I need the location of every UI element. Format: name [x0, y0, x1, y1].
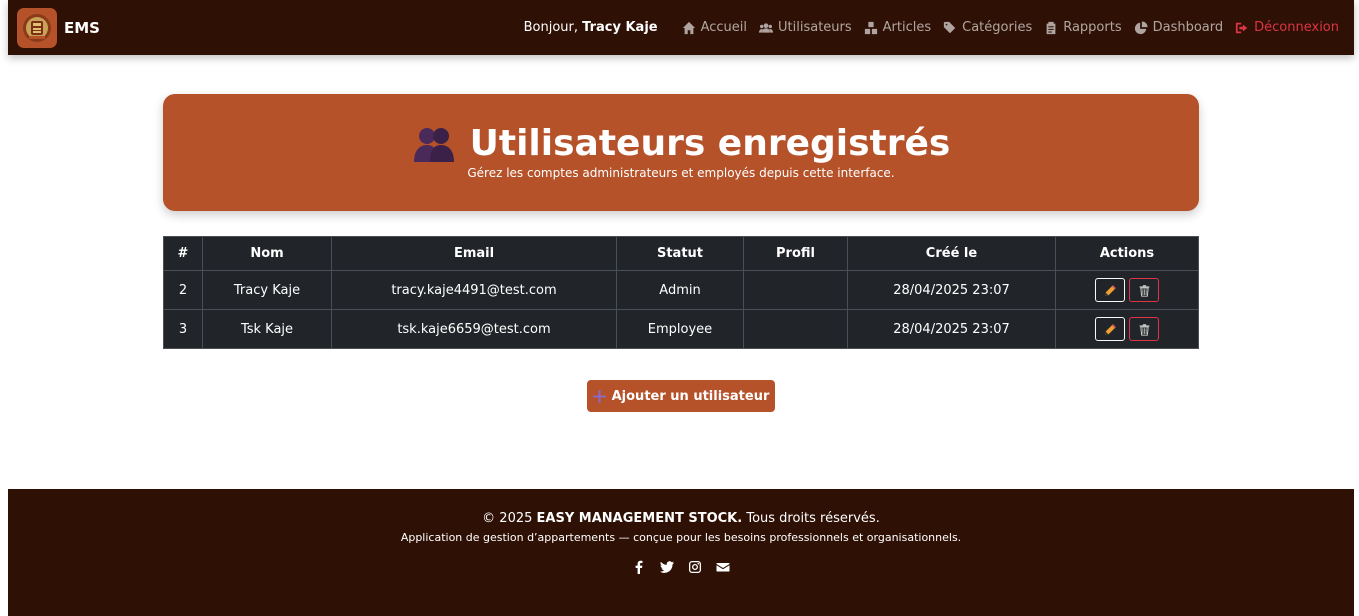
nav-item-rapports[interactable]: Rapports [1044, 20, 1122, 35]
brand[interactable]: EMS [17, 7, 100, 48]
nav-item-label: Catégories [962, 20, 1033, 35]
column-header-statut: Statut [616, 236, 744, 271]
cell-email: tracy.kaje4491@test.com [331, 270, 617, 310]
nav-item-categories[interactable]: Catégories [943, 20, 1032, 35]
users-icon [759, 22, 774, 33]
cell-created: 28/04/2025 23:07 [847, 309, 1056, 349]
page-title: Utilisateurs enregistrés [163, 120, 1199, 168]
greeting-user-name: Tracy Kaje [582, 20, 658, 35]
twitter-icon[interactable] [660, 560, 674, 574]
add-user-label: Ajouter un utilisateur [611, 388, 770, 404]
nav-item-label: Dashboard [1152, 20, 1224, 35]
cell-id: 3 [163, 309, 203, 349]
users-table: # Nom Email Statut Profil Créé le Action… [163, 236, 1199, 349]
nav-item-label: Accueil [700, 20, 748, 35]
navbar: EMS Bonjour, Tracy Kaje Accueil Utilisat… [8, 0, 1354, 55]
page-header-card: Utilisateurs enregistrés Gérez les compt… [163, 94, 1199, 211]
page-subtitle: Gérez les comptes administrateurs et emp… [467, 166, 895, 180]
trash-icon [1139, 284, 1149, 297]
column-header-cree-le: Créé le [847, 236, 1056, 271]
cell-actions [1055, 309, 1199, 349]
column-header-email: Email [331, 236, 617, 271]
cell-id: 2 [163, 270, 203, 310]
envelope-icon[interactable] [716, 560, 730, 574]
footer-tagline: Application de gestion d’appartements — … [400, 531, 962, 544]
footer-copyright: © 2025 EASY MANAGEMENT STOCK. Tous droit… [8, 511, 1354, 526]
nav-item-accueil[interactable]: Accueil [682, 20, 747, 35]
nav-links: Bonjour, Tracy Kaje Accueil Utilisateurs… [524, 20, 1339, 35]
nav-item-articles[interactable]: Articles [864, 20, 931, 35]
cell-name: Tsk Kaje [202, 309, 332, 349]
nav-item-label: Articles [882, 20, 932, 35]
trash-icon [1139, 323, 1149, 336]
nav-item-label: Utilisateurs [778, 20, 852, 35]
cell-name: Tracy Kaje [202, 270, 332, 310]
cell-profile [743, 309, 848, 349]
column-header-id: # [163, 236, 203, 271]
greeting-prefix: Bonjour, [523, 20, 578, 35]
greeting: Bonjour, Tracy Kaje [524, 20, 658, 35]
rights-text: Tous droits réservés. [746, 511, 880, 526]
social-links [8, 560, 1354, 574]
plus-icon [592, 389, 606, 403]
pencil-icon [1104, 284, 1116, 296]
page-title-text: Utilisateurs enregistrés [469, 123, 951, 164]
column-header-actions: Actions [1055, 236, 1199, 271]
cell-actions [1055, 270, 1199, 310]
chart-pie-icon [1134, 20, 1148, 34]
tags-icon [944, 21, 956, 33]
delete-button[interactable] [1129, 278, 1159, 302]
cell-profile [743, 270, 848, 310]
cell-status: Employee [616, 309, 744, 349]
column-header-nom: Nom [202, 236, 332, 271]
boxes-icon [864, 21, 877, 34]
cell-created: 28/04/2025 23:07 [847, 270, 1056, 310]
edit-button[interactable] [1095, 278, 1125, 302]
nav-item-deconnexion[interactable]: Déconnexion [1235, 20, 1339, 35]
instagram-icon[interactable] [688, 560, 702, 574]
table-header-row: # Nom Email Statut Profil Créé le Action… [163, 236, 1199, 271]
table-row: 2 Tracy Kaje tracy.kaje4491@test.com Adm… [163, 270, 1199, 310]
users-icon [413, 128, 454, 162]
add-user-button[interactable]: Ajouter un utilisateur [587, 380, 775, 412]
logo-icon [17, 7, 57, 48]
sign-out-icon [1236, 22, 1248, 33]
nav-item-label: Rapports [1063, 20, 1122, 35]
nav-item-utilisateurs[interactable]: Utilisateurs [759, 20, 852, 35]
nav-item-label: Déconnexion [1254, 20, 1339, 35]
delete-button[interactable] [1129, 317, 1159, 341]
edit-button[interactable] [1095, 317, 1125, 341]
cell-status: Admin [616, 270, 744, 310]
company-name: EASY MANAGEMENT STOCK. [536, 511, 743, 526]
footer: © 2025 EASY MANAGEMENT STOCK. Tous droit… [8, 489, 1354, 616]
cell-email: tsk.kaje6659@test.com [331, 309, 617, 349]
brand-name: EMS [64, 18, 100, 37]
table-row: 3 Tsk Kaje tsk.kaje6659@test.com Employe… [163, 309, 1199, 349]
copyright-prefix: © 2025 [482, 511, 533, 526]
clipboard-icon [1046, 21, 1056, 34]
column-header-profil: Profil [743, 236, 848, 271]
nav-item-dashboard[interactable]: Dashboard [1134, 20, 1224, 35]
facebook-icon[interactable] [632, 560, 646, 574]
users-table-container: # Nom Email Statut Profil Créé le Action… [163, 236, 1199, 349]
pencil-icon [1104, 323, 1116, 335]
home-icon [682, 21, 695, 34]
